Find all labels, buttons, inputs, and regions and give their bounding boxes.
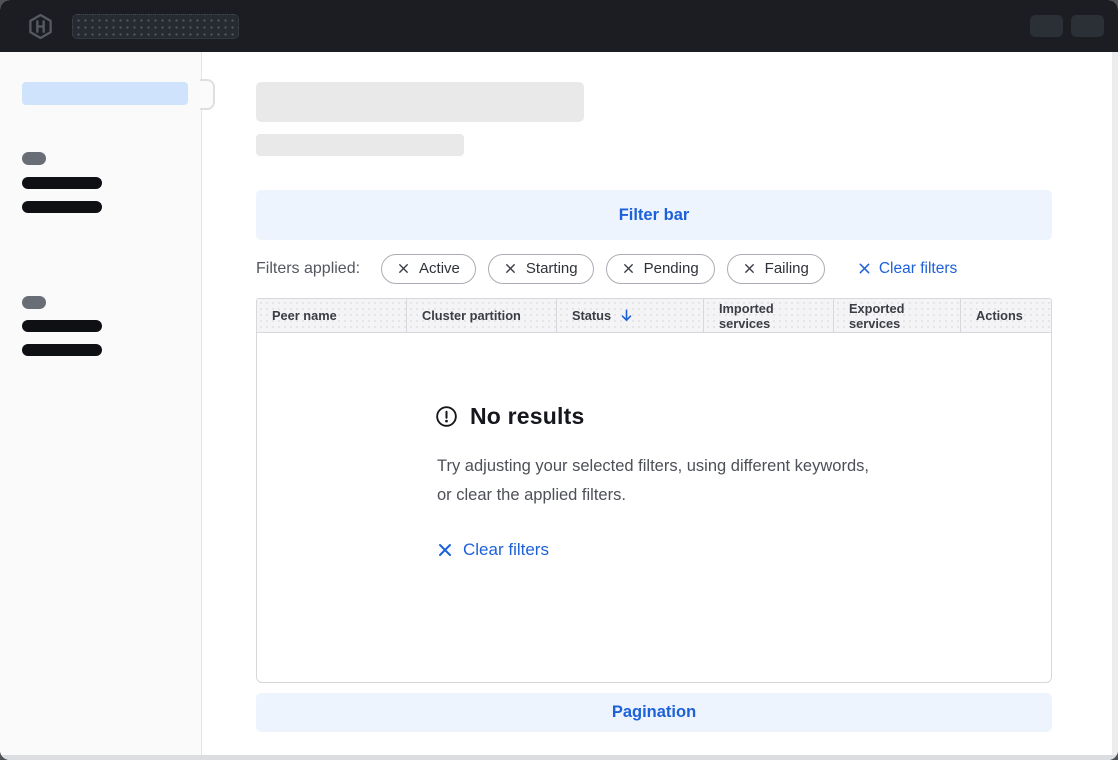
main-content: Filter bar Filters applied: Active Start… <box>202 52 1118 755</box>
alert-circle-icon <box>435 405 458 428</box>
filter-pill-starting[interactable]: Starting <box>488 254 594 284</box>
sidebar-item-placeholder-1[interactable] <box>22 177 102 189</box>
navbar-action-placeholder-1[interactable] <box>1030 15 1063 37</box>
vertical-scrollbar-track[interactable] <box>1112 52 1118 755</box>
sidebar-section-label-placeholder-2 <box>22 296 46 309</box>
horizontal-scrollbar-track[interactable] <box>0 755 1118 760</box>
arrow-down-icon <box>619 308 634 323</box>
filter-bar-banner: Filter bar <box>256 190 1052 240</box>
x-icon[interactable] <box>504 262 517 275</box>
x-icon <box>437 542 453 558</box>
peers-table: Peer name Cluster partition Status Impor… <box>256 298 1052 683</box>
filter-pill-failing[interactable]: Failing <box>727 254 825 284</box>
empty-state-header: No results <box>435 403 584 430</box>
column-label: Cluster partition <box>422 308 521 323</box>
x-icon[interactable] <box>743 262 756 275</box>
column-header-status[interactable]: Status <box>557 299 704 332</box>
column-label: Actions <box>976 308 1023 323</box>
table-header-row: Peer name Cluster partition Status Impor… <box>257 299 1051 333</box>
column-header-peer-name[interactable]: Peer name <box>257 299 407 332</box>
page-title-placeholder <box>256 82 584 122</box>
filters-applied-label: Filters applied: <box>256 260 360 278</box>
hashicorp-logo-icon[interactable] <box>27 13 54 40</box>
app-body: Filter bar Filters applied: Active Start… <box>0 52 1118 755</box>
column-header-actions[interactable]: Actions <box>961 299 1051 332</box>
sidebar <box>0 52 202 755</box>
sidebar-item-placeholder-3[interactable] <box>22 320 102 332</box>
column-header-imported-services[interactable]: Imported services <box>704 299 834 332</box>
column-label: Imported services <box>719 301 825 331</box>
column-label: Status <box>572 308 611 323</box>
filter-pill-pending[interactable]: Pending <box>606 254 715 284</box>
empty-state-title: No results <box>470 403 584 430</box>
filter-pill-label: Starting <box>526 260 578 277</box>
column-header-cluster-partition[interactable]: Cluster partition <box>407 299 557 332</box>
x-icon[interactable] <box>622 262 635 275</box>
pagination-banner: Pagination <box>256 693 1052 732</box>
table-empty-state: No results Try adjusting your selected f… <box>257 333 1051 682</box>
page-subtitle-placeholder <box>256 134 464 156</box>
sidebar-item-placeholder-4[interactable] <box>22 344 102 356</box>
x-icon <box>858 262 871 275</box>
filter-bar-label: Filter bar <box>619 206 690 225</box>
empty-state-clear-filters-link[interactable]: Clear filters <box>437 540 549 560</box>
sidebar-item-placeholder-2[interactable] <box>22 201 102 213</box>
empty-state-description: Try adjusting your selected filters, usi… <box>437 452 873 510</box>
filter-pill-label: Failing <box>765 260 809 277</box>
filter-pill-label: Active <box>419 260 460 277</box>
clear-filters-label: Clear filters <box>879 260 957 278</box>
navbar-action-placeholder-2[interactable] <box>1071 15 1104 37</box>
x-icon[interactable] <box>397 262 410 275</box>
app-window: Filter bar Filters applied: Active Start… <box>0 0 1118 760</box>
navbar-actions <box>1030 15 1104 37</box>
column-label: Peer name <box>272 308 337 323</box>
column-label: Exported services <box>849 301 952 331</box>
column-header-exported-services[interactable]: Exported services <box>834 299 961 332</box>
filters-applied-row: Filters applied: Active Starting <box>256 253 1052 284</box>
sidebar-selected-item-placeholder[interactable] <box>22 82 188 105</box>
top-navbar <box>0 0 1118 52</box>
filter-pill-active[interactable]: Active <box>381 254 476 284</box>
sidebar-collapse-handle[interactable] <box>200 79 215 110</box>
sidebar-section-label-placeholder-1 <box>22 152 46 165</box>
filter-pill-label: Pending <box>644 260 699 277</box>
empty-state-clear-filters-label: Clear filters <box>463 540 549 560</box>
pagination-label: Pagination <box>612 703 696 722</box>
clear-filters-link[interactable]: Clear filters <box>858 260 957 278</box>
navbar-search-placeholder[interactable] <box>72 14 239 39</box>
